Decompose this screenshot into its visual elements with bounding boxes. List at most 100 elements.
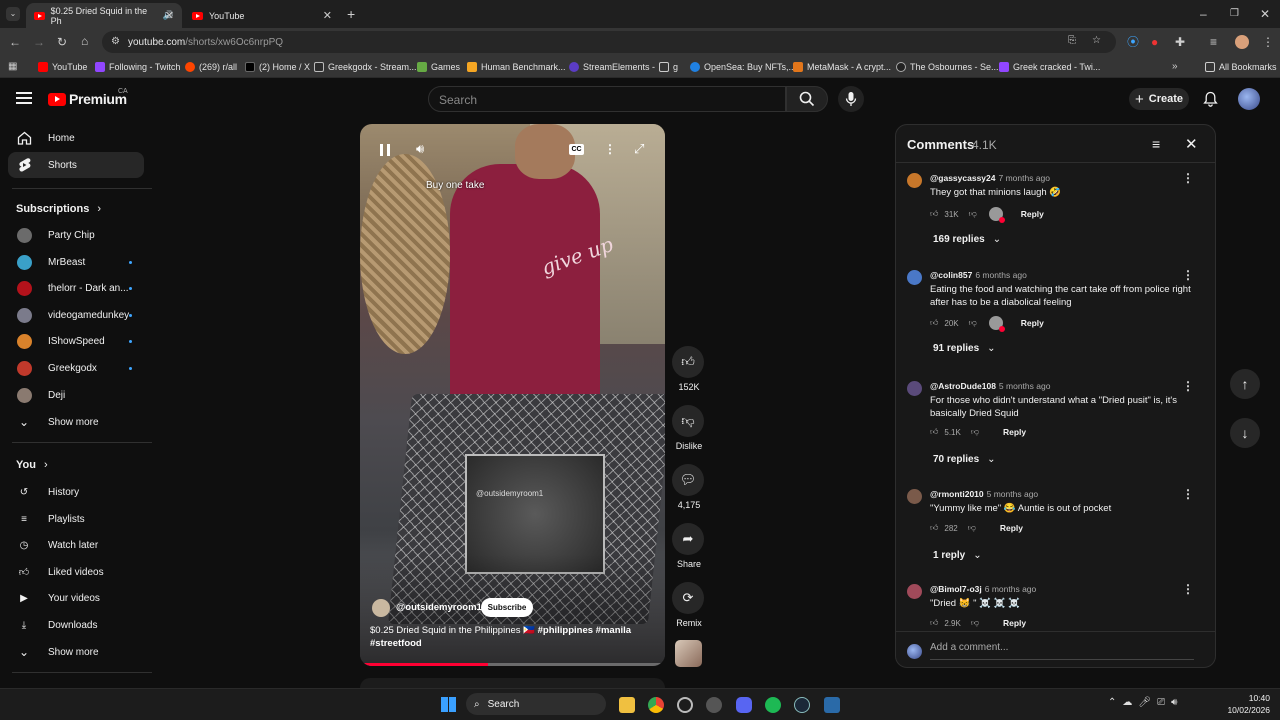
steam-icon[interactable] <box>794 697 810 713</box>
close-icon[interactable]: ✕ <box>1185 135 1198 153</box>
sidebar-item-playlists[interactable]: ≡ Playlists <box>8 506 144 532</box>
forward-icon[interactable]: → <box>33 36 45 48</box>
maximize-icon[interactable]: ❐ <box>1230 8 1239 20</box>
spotify-icon[interactable] <box>765 697 781 713</box>
thumbs-up-icon[interactable]: 👍︎ <box>930 618 938 628</box>
sidebar-subscription-item[interactable]: Deji <box>8 382 144 408</box>
reply-button[interactable]: Reply <box>1003 427 1026 437</box>
youtube-logo[interactable]: Premium CA <box>48 88 128 107</box>
bookmark-human-benchmark[interactable]: Human Benchmark... <box>467 60 566 74</box>
thumbs-down-icon[interactable]: 👎︎ <box>971 618 979 628</box>
comment-menu-icon[interactable]: ⋮ <box>1182 268 1194 282</box>
install-icon[interactable]: ⎘ <box>1068 35 1076 46</box>
file-explorer-icon[interactable] <box>619 697 635 713</box>
commenter-avatar[interactable] <box>907 381 922 396</box>
bookmark-twitch[interactable]: Following - Twitch <box>95 60 180 74</box>
sidebar-subscription-item[interactable]: MrBeast <box>8 249 144 275</box>
sort-icon[interactable]: ≡ <box>1152 136 1160 152</box>
hamburger-menu-icon[interactable] <box>16 92 32 104</box>
extension-icon[interactable]: ● <box>1151 36 1158 48</box>
bookmark-folder-g[interactable]: g <box>659 60 678 74</box>
view-replies-button[interactable]: 91 replies ⌄ <box>933 343 996 354</box>
system-tray-icons[interactable]: ⌃☁🎤︎⎚🔊︎ <box>1108 697 1183 708</box>
sidebar-item-liked-videos[interactable]: 👍︎ Liked videos <box>8 559 144 585</box>
bookmark-metamask[interactable]: MetaMask - A crypt... <box>793 60 891 74</box>
thumbs-up-icon[interactable]: 👍︎ <box>930 209 938 219</box>
bookmark-youtube[interactable]: YouTube <box>38 60 87 74</box>
sidebar-item-home[interactable]: Home <box>8 125 144 151</box>
sidebar-subscription-item[interactable]: Greekgodx <box>8 355 144 381</box>
comment-author[interactable]: @AstroDude108 5 months ago <box>930 381 1050 391</box>
new-tab-icon[interactable]: + <box>347 7 355 21</box>
create-button[interactable]: + Create <box>1129 88 1189 110</box>
bookmark-star-icon[interactable]: ☆ <box>1092 35 1101 46</box>
sidebar-item-your-videos[interactable]: ▶ Your videos <box>8 585 144 611</box>
extensions-puzzle-icon[interactable]: ✚ <box>1175 36 1185 48</box>
comment-menu-icon[interactable]: ⋮ <box>1182 171 1194 185</box>
clock-date[interactable]: 10/02/2026 <box>1222 705 1270 715</box>
share-button[interactable]: ➦ <box>672 523 704 555</box>
sidebar-subscription-item[interactable]: Party Chip <box>8 222 144 248</box>
shorts-video-player[interactable]: give up 🔊︎ CC ⋮ ⤢ Buy one take @outsidem… <box>360 124 665 666</box>
profile-avatar[interactable] <box>1235 35 1249 49</box>
subscriptions-header[interactable]: Subscriptions › <box>16 203 101 215</box>
search-input[interactable]: Search <box>428 86 786 112</box>
reply-button[interactable]: Reply <box>1021 318 1044 328</box>
video-hashtags[interactable]: #philippines #manila <box>538 625 631 636</box>
video-progress-track[interactable] <box>360 663 665 666</box>
thumbs-down-icon[interactable]: 👎︎ <box>971 427 979 437</box>
discord-icon[interactable] <box>736 697 752 713</box>
next-short-button[interactable]: ↓ <box>1230 418 1260 448</box>
more-options-icon[interactable]: ⋮ <box>604 142 616 156</box>
comment-author[interactable]: @colin857 6 months ago <box>930 270 1027 280</box>
notifications-bell-icon[interactable] <box>1203 91 1218 110</box>
close-tab-icon[interactable]: ✕ <box>323 9 332 22</box>
sidebar-item-watch-later[interactable]: ◷ Watch later <box>8 532 144 558</box>
github-desktop-icon[interactable] <box>706 697 722 713</box>
sidebar-subscription-item[interactable]: thelorr - Dark an... <box>8 275 144 301</box>
apps-grid-icon[interactable]: ▦ <box>8 61 17 73</box>
sidebar-item-shorts[interactable]: Shorts <box>8 152 144 178</box>
ccleaner-icon[interactable] <box>677 697 693 713</box>
tab-youtube[interactable]: YouTube ✕ <box>184 3 340 28</box>
fullscreen-icon[interactable]: ⤢ <box>634 141 644 157</box>
windows-start-icon[interactable] <box>441 697 456 712</box>
dislike-button[interactable]: 👎︎ <box>672 405 704 437</box>
commenter-avatar[interactable] <box>907 489 922 504</box>
tab-search-icon[interactable]: ⌄ <box>6 7 20 21</box>
clock-time[interactable]: 10:40 <box>1232 693 1270 703</box>
reply-button[interactable]: Reply <box>1003 618 1026 628</box>
sound-thumbnail[interactable] <box>675 640 702 667</box>
close-tab-icon[interactable]: ✕ <box>165 9 174 22</box>
extension-icon[interactable]: ⦿ <box>1127 36 1139 48</box>
bookmark-games[interactable]: Games <box>417 60 460 74</box>
menu-icon[interactable]: ⋮ <box>1262 36 1274 48</box>
view-replies-button[interactable]: 1 reply ⌄ <box>933 550 982 561</box>
thumbs-up-icon[interactable]: 👍︎ <box>930 318 938 328</box>
video-hashtags[interactable]: #streetfood <box>370 638 422 649</box>
account-avatar[interactable] <box>1238 88 1260 110</box>
home-icon[interactable]: ⌂ <box>81 35 88 47</box>
comment-menu-icon[interactable]: ⋮ <box>1182 582 1194 596</box>
you-header[interactable]: You › <box>16 459 48 471</box>
bookmark-opensea[interactable]: OpenSea: Buy NFTs,... <box>690 60 796 74</box>
search-button[interactable] <box>786 86 828 112</box>
reply-button[interactable]: Reply <box>1000 523 1023 533</box>
reply-button[interactable]: Reply <box>1021 209 1044 219</box>
remix-button[interactable]: ⟳ <box>672 582 704 614</box>
bookmark-greek-cracked[interactable]: Greek cracked - Twi... <box>999 60 1100 74</box>
commenter-avatar[interactable] <box>907 270 922 285</box>
bookmark-streamelements[interactable]: StreamElements - <box>569 60 655 74</box>
tab-video[interactable]: $0.25 Dried Squid in the Ph 🔊 ✕ <box>26 3 182 28</box>
thumbs-up-icon[interactable]: 👍︎ <box>930 523 938 533</box>
minimize-icon[interactable]: – <box>1200 8 1207 20</box>
comments-button[interactable]: 💬︎ <box>672 464 704 496</box>
volume-icon[interactable]: 🔊︎ <box>416 141 424 157</box>
channel-avatar[interactable] <box>372 599 390 617</box>
reload-icon[interactable]: ↻ <box>57 36 67 48</box>
pause-icon[interactable] <box>380 144 390 156</box>
sidebar-item-downloads[interactable]: ⤓ Downloads <box>8 612 144 638</box>
back-icon[interactable]: ← <box>9 36 21 48</box>
close-window-icon[interactable]: ✕ <box>1260 8 1270 20</box>
thumbs-down-icon[interactable]: 👎︎ <box>969 318 977 328</box>
